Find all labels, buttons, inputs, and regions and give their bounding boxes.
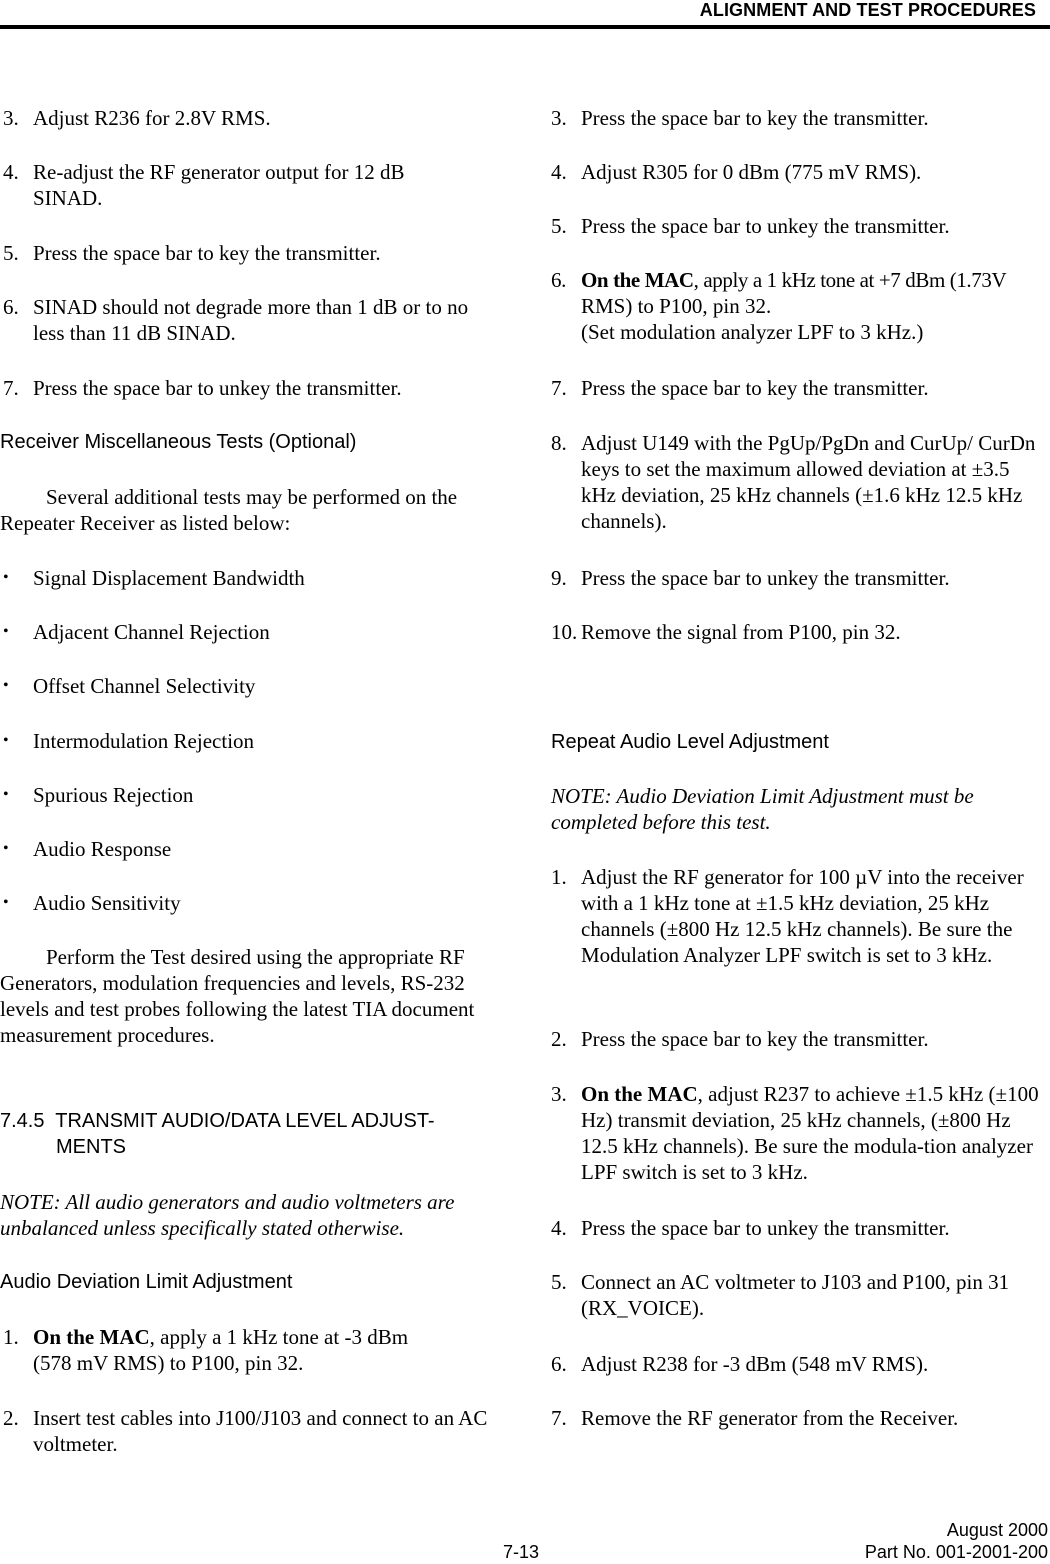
list-item: 4. Re-adjust the RF generator output for … <box>3 160 405 210</box>
list-item: 4. Press the space bar to unkey the trans… <box>551 1216 950 1240</box>
section-heading: Receiver Miscellaneous Tests (Optional) <box>0 431 357 453</box>
list-item: 5. Connect an AC voltmeter to J103 and P1… <box>551 1270 1010 1320</box>
page-number: 7-13 <box>503 1542 540 1562</box>
bullet-item: • Intermodulation Rejection <box>3 729 255 753</box>
list-item: 2. Press the space bar to key the transmi… <box>551 1027 929 1051</box>
list-item: 9. Press the space bar to unkey the trans… <box>551 566 950 590</box>
list-item: 1. On the MAC, apply a 1 kHz tone at -3 d… <box>3 1325 409 1375</box>
list-item: 3. Press the space bar to key the transmi… <box>551 106 929 130</box>
section-title-line2: MENTS <box>56 1136 126 1158</box>
note: NOTE: Audio Deviation Limit Adjustment m… <box>551 784 974 834</box>
list-item: 6. SINAD should not degrade more than 1 d… <box>3 295 469 345</box>
section-number: 7.4.5 <box>0 1110 45 1132</box>
section-heading: Repeat Audio Level Adjustment <box>551 731 829 753</box>
bullet-item: • Audio Sensitivity <box>3 891 181 915</box>
list-item: 8. Adjust U149 with the PgUp/PgDn and Cur… <box>551 431 1036 533</box>
running-header: ALIGNMENT AND TEST PROCEDURES <box>699 0 1036 20</box>
list-item: 7. Press the space bar to unkey the trans… <box>3 376 402 400</box>
footer-date: August 2000 <box>946 1520 1048 1540</box>
paragraph: Several additional tests may be performe… <box>0 485 458 535</box>
list-item: 6. On the MAC, apply a 1 kHz tone at +7 d… <box>551 268 1007 344</box>
list-item: 3. On the MAC, adjust R237 to achieve ±1.… <box>551 1082 1039 1184</box>
list-item: 7. Remove the RF generator from the Recei… <box>551 1406 959 1430</box>
paragraph: Perform the Test desired using the appro… <box>0 945 475 1047</box>
list-item: 4. Adjust R305 for 0 dBm (775 mV RMS). <box>551 160 922 184</box>
list-item: 1. Adjust the RF generator for 100 µV int… <box>551 865 1024 967</box>
bullet-item: • Audio Response <box>3 837 172 861</box>
list-item: 6. Adjust R238 for -3 dBm (548 mV RMS). <box>551 1352 929 1376</box>
footer-part-number: Part No. 001-2001-200 <box>864 1542 1048 1562</box>
list-item: 3. Adjust R236 for 2.8V RMS. <box>3 106 271 130</box>
list-item: 2. Insert test cables into J100/J103 and … <box>3 1406 488 1456</box>
section-title: 7.4.5 TRANSMIT AUDIO/DATA LEVEL ADJUST- … <box>0 1108 510 1160</box>
section-heading: Audio Deviation Limit Adjustment <box>0 1271 293 1293</box>
list-item: 7. Press the space bar to key the transmi… <box>551 376 929 400</box>
bullet-item: • Signal Displacement Bandwidth <box>3 566 305 590</box>
note: NOTE: All audio generators and audio vol… <box>0 1190 455 1240</box>
header-rule <box>0 25 1050 29</box>
list-item: 5. Press the space bar to unkey the trans… <box>551 214 950 238</box>
section-title-line1: TRANSMIT AUDIO/DATA LEVEL ADJUST- <box>55 1110 435 1132</box>
bullet-item: • Offset Channel Selectivity <box>3 674 256 698</box>
list-item: 10. Remove the signal from P100, pin 32. <box>551 620 901 644</box>
bullet-item: • Adjacent Channel Rejection <box>3 620 270 644</box>
bullet-item: • Spurious Rejection <box>3 783 194 807</box>
list-item: 5. Press the space bar to key the transmi… <box>3 241 381 265</box>
